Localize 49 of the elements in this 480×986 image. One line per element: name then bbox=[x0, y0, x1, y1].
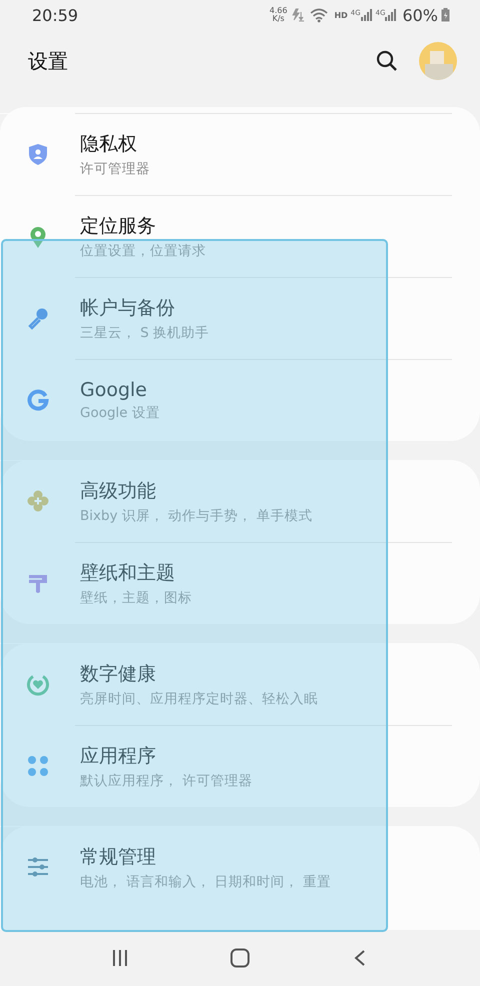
settings-item[interactable]: 常规管理 电池， 语言和输入， 日期和时间， 重置 bbox=[0, 826, 452, 908]
item-subtitle: Google 设置 bbox=[80, 404, 160, 422]
sliders-icon bbox=[26, 856, 48, 880]
item-title: 数字健康 bbox=[80, 662, 157, 687]
page-title: 设置 bbox=[28, 48, 68, 74]
signal-icon bbox=[385, 9, 398, 21]
recent-apps-icon bbox=[110, 949, 129, 967]
item-subtitle: 默认应用程序， 许可管理器 bbox=[80, 772, 252, 790]
item-subtitle: 许可管理器 bbox=[80, 160, 150, 178]
wifi-icon bbox=[309, 7, 330, 23]
item-subtitle: 电池， 语言和输入， 日期和时间， 重置 bbox=[80, 873, 331, 891]
item-subtitle: 三星云， S 换机助手 bbox=[80, 324, 210, 342]
item-title: 壁纸和主题 bbox=[80, 561, 176, 586]
item-title: 应用程序 bbox=[80, 744, 157, 769]
settings-item[interactable]: 定位服务 位置设置，位置请求 bbox=[0, 195, 452, 277]
item-title: 帐户与备份 bbox=[80, 296, 176, 321]
speed-unit: K/s bbox=[272, 15, 284, 23]
signal-icon bbox=[360, 9, 373, 21]
item-subtitle: 壁纸，主题，图标 bbox=[80, 589, 192, 607]
speed-value: 4.66 bbox=[270, 7, 288, 15]
item-title: Google bbox=[80, 379, 148, 401]
item-subtitle: Bixby 识屏， 动作与手势， 单手模式 bbox=[80, 507, 312, 525]
battery-icon bbox=[441, 8, 450, 22]
settings-item[interactable]: 隐私权 许可管理器 bbox=[0, 113, 452, 195]
battery-percent: 60% bbox=[402, 6, 438, 24]
item-subtitle: 亮屏时间、应用程序定时器、轻松入眠 bbox=[80, 690, 318, 708]
settings-item[interactable]: 帐户与备份 三星云， S 换机助手 bbox=[0, 277, 452, 359]
settings-item[interactable]: 高级功能 Bixby 识屏， 动作与手势， 单手模式 bbox=[0, 460, 452, 542]
data-sync-icon bbox=[292, 8, 306, 22]
settings-item[interactable]: 数字健康 亮屏时间、应用程序定时器、轻松入眠 bbox=[0, 643, 452, 725]
search-icon bbox=[376, 50, 398, 72]
hd-label: HD bbox=[334, 10, 348, 20]
google-logo-icon bbox=[26, 388, 48, 412]
clock-time: 20:59 bbox=[32, 6, 78, 24]
search-button[interactable] bbox=[376, 50, 398, 72]
item-title: 高级功能 bbox=[80, 479, 157, 504]
flower-icon bbox=[26, 490, 48, 514]
item-title: 常规管理 bbox=[80, 845, 157, 870]
settings-item[interactable]: 壁纸和主题 壁纸，主题，图标 bbox=[0, 542, 452, 624]
home-icon bbox=[230, 948, 250, 968]
item-title: 定位服务 bbox=[80, 214, 157, 239]
settings-item[interactable]: Google Google 设置 bbox=[0, 359, 452, 441]
item-title: 隐私权 bbox=[80, 132, 138, 157]
shield-icon bbox=[26, 142, 48, 166]
heart-ring-icon bbox=[26, 672, 48, 696]
settings-item[interactable]: 应用程序 默认应用程序， 许可管理器 bbox=[0, 725, 452, 807]
item-subtitle: 位置设置，位置请求 bbox=[80, 242, 206, 260]
avatar-icon bbox=[419, 42, 457, 80]
four-dots-icon bbox=[26, 754, 48, 778]
